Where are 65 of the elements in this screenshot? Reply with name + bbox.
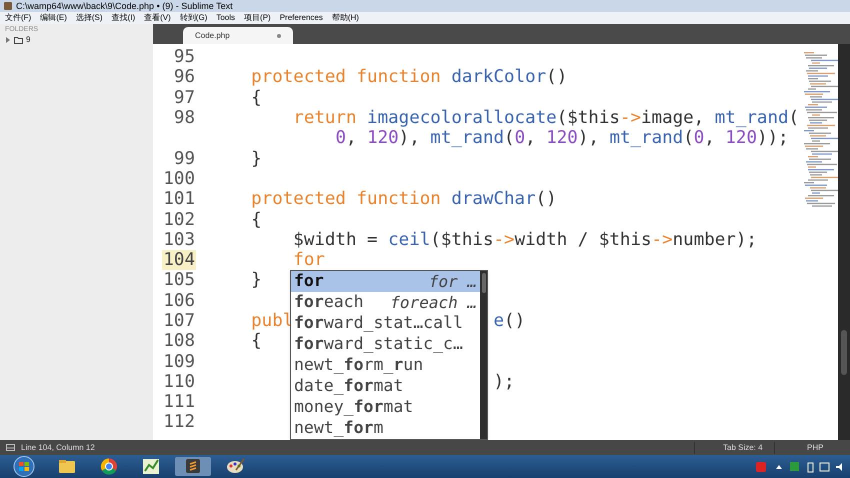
line-number: 98 [172,108,196,128]
line-number: 100 [162,168,196,189]
completion-item[interactable]: foreach foreach … [291,292,480,313]
line-number: 108 [162,331,196,352]
line-number: 111 [162,392,196,412]
scrollbar-thumb[interactable] [841,330,847,375]
line-number: 101 [162,189,196,210]
line-number: 95 [172,47,196,68]
line-number: 104 [162,250,196,270]
menu-item[interactable]: 转到(G) [180,14,208,22]
code-line: { [250,210,262,230]
code-line: protected function darkColor() [250,67,568,88]
menu-item[interactable]: 选择(S) [76,14,103,22]
completion-item[interactable]: date_format [291,376,480,397]
completion-item[interactable]: forward_stat…call [291,313,480,334]
folder-item[interactable]: 9 [5,35,148,45]
completion-item[interactable]: for for … [291,271,480,292]
syntax-label[interactable]: PHP [774,442,844,454]
completion-hint: foreach … [390,292,477,314]
menu-item[interactable]: 查找(I) [112,14,136,22]
app-icon [4,2,12,10]
line-number: 99 [172,148,196,169]
code-line: $width = ceil($this->width / $this->number); [292,230,757,250]
folder-icon [14,36,23,44]
line-number: 106 [162,290,196,311]
code-line: return imagecolorallocate($this->image, mt_rand( [292,108,800,128]
code-line: protected function drawChar() [250,189,557,210]
code-line: for [292,250,325,270]
code-line: } [250,270,262,290]
tab-size[interactable]: Tab Size: 4 [694,442,774,454]
code-line: 0, 120), mt_rand(0, 120), mt_rand(0, 120)); [335,128,789,148]
completion-item[interactable]: forward_static_c… [291,334,480,355]
completion-item[interactable]: money_format [291,397,480,418]
tab-label: Code.php [195,32,230,40]
line-number: 97 [172,88,196,108]
line-number: 103 [162,230,196,250]
line-number: 107 [162,311,196,331]
code-line: } [250,148,262,169]
code-line: { [250,331,262,352]
code-line: ); [493,372,515,392]
folder-label: 9 [26,36,30,44]
line-number: 112 [162,412,196,432]
line-number: 109 [162,352,196,372]
cursor-position: Line 104, Column 12 [21,442,96,454]
menu-item[interactable]: 文件(F) [5,14,32,22]
menu-item[interactable]: 编辑(E) [40,14,67,22]
editor-app-icon[interactable] [174,456,212,477]
window-title: C:\wamp64\www\back\9\Code.php • (9) - Sublime Text [16,2,233,10]
line-number: 102 [162,210,196,230]
code-line: publ [250,311,294,331]
code-line: e() [493,311,526,331]
line-number: 96 [172,67,196,88]
menu-item[interactable]: 帮助(H) [332,14,359,22]
menu-item[interactable]: Preferences [280,14,323,22]
editor-tab[interactable]: Code.php [183,27,293,44]
panel-icon[interactable] [6,444,15,451]
completion-item[interactable]: newt_form [291,418,480,439]
completion-hint: for … [428,270,477,292]
line-number: 105 [162,270,196,290]
menu-item[interactable]: 查看(V) [144,14,171,22]
menu-item[interactable]: Tools [216,14,236,22]
code-line: { [250,88,262,108]
menu-item[interactable]: 项目(P) [244,14,271,22]
completion-item[interactable]: newt_form_run [291,355,480,376]
line-number: 110 [162,372,196,392]
